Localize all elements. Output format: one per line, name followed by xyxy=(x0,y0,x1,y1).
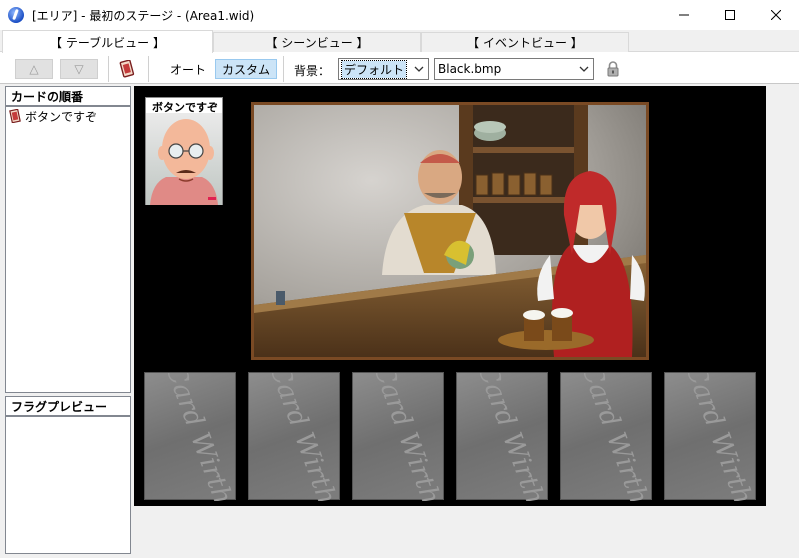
card-slot[interactable]: Card Wirth xyxy=(144,372,237,501)
svg-text:Card Wirth: Card Wirth xyxy=(263,373,341,501)
card-slot[interactable]: Card Wirth xyxy=(456,372,549,501)
window-title: [エリア] - 最初のステージ - (Area1.wid) xyxy=(32,8,255,23)
background-scene-image xyxy=(251,102,649,360)
card-slot[interactable]: Card Wirth xyxy=(560,372,653,501)
chevron-down-icon xyxy=(414,66,424,72)
auto-button[interactable]: オート xyxy=(164,59,212,79)
svg-text:Card Wirth: Card Wirth xyxy=(159,373,237,501)
close-button[interactable] xyxy=(753,0,799,30)
tab-label: 【 シーンビュー 】 xyxy=(265,36,369,50)
minimize-button[interactable] xyxy=(661,0,707,30)
background-select[interactable]: デフォルト xyxy=(338,58,429,80)
menu-card[interactable]: ボタンですぞ xyxy=(145,97,223,205)
menu-card-portrait xyxy=(146,113,222,205)
card-slot[interactable]: Card Wirth xyxy=(248,372,341,501)
toolbar-divider xyxy=(108,56,109,82)
tab-scene-view[interactable]: 【 シーンビュー 】 xyxy=(213,32,421,52)
background-label: 背景： xyxy=(294,64,331,78)
custom-button[interactable]: カスタム xyxy=(215,59,278,79)
custom-label: カスタム xyxy=(222,62,271,77)
card-order-list[interactable]: ボタンですぞ xyxy=(5,106,131,393)
card-wirth-watermark: Card Wirth xyxy=(159,373,237,501)
card-wirth-watermark: Card Wirth xyxy=(575,373,653,501)
minimize-icon xyxy=(679,14,689,16)
flag-preview-area[interactable] xyxy=(5,416,131,554)
chevron-down-icon xyxy=(579,66,589,72)
card-wirth-watermark: Card Wirth xyxy=(367,373,445,501)
card-slot[interactable]: Card Wirth xyxy=(664,372,757,501)
svg-text:Card Wirth: Card Wirth xyxy=(575,373,653,501)
auto-label: オート xyxy=(170,62,207,77)
title-bar: [エリア] - 最初のステージ - (Area1.wid) xyxy=(0,0,799,30)
close-icon xyxy=(771,10,781,20)
toolbar-divider xyxy=(283,56,284,82)
toolbar: △ ▽ オート カスタム 背景： デフォルト Black.bmp xyxy=(0,52,799,84)
card-order-title: カードの順番 xyxy=(11,89,84,104)
background-select-value: デフォルト xyxy=(340,59,408,79)
maximize-button[interactable] xyxy=(707,0,753,30)
image-select-value: Black.bmp xyxy=(438,62,502,76)
card-wirth-watermark: Card Wirth xyxy=(679,373,757,501)
flag-preview-title: フラグプレビュー xyxy=(11,399,108,414)
table-stage[interactable]: ボタンですぞ Card Wirth Card Wirth Card Wirth … xyxy=(134,86,766,506)
card-slot[interactable]: Card Wirth xyxy=(352,372,445,501)
card-wirth-watermark: Card Wirth xyxy=(263,373,341,501)
app-icon xyxy=(8,7,24,23)
flag-preview-header: フラグプレビュー xyxy=(5,396,131,416)
stage-margin xyxy=(134,506,766,558)
tab-event-view[interactable]: 【 イベントビュー 】 xyxy=(421,32,629,52)
list-item[interactable]: ボタンですぞ xyxy=(6,107,130,125)
maximize-icon xyxy=(725,10,735,20)
tab-label: 【 テーブルビュー 】 xyxy=(50,35,165,50)
move-up-button[interactable]: △ xyxy=(15,59,53,79)
stage-margin xyxy=(766,86,799,558)
image-select[interactable]: Black.bmp xyxy=(434,58,594,80)
card-icon[interactable] xyxy=(119,60,135,78)
card-order-header: カードの順番 xyxy=(5,86,131,106)
lock-icon[interactable] xyxy=(606,61,620,77)
view-tabs: 【 テーブルビュー 】 【 シーンビュー 】 【 イベントビュー 】 xyxy=(0,30,799,53)
toolbar-divider xyxy=(148,56,149,82)
tavern-scene xyxy=(254,105,646,357)
up-arrow-icon: △ xyxy=(29,62,39,76)
tab-table-view[interactable]: 【 テーブルビュー 】 xyxy=(2,30,213,53)
svg-text:Card Wirth: Card Wirth xyxy=(471,373,549,501)
list-item-label: ボタンですぞ xyxy=(25,109,98,124)
tab-label: 【 イベントビュー 】 xyxy=(467,36,583,50)
svg-text:Card Wirth: Card Wirth xyxy=(367,373,445,501)
move-down-button[interactable]: ▽ xyxy=(60,59,98,79)
card-wirth-watermark: Card Wirth xyxy=(471,373,549,501)
down-arrow-icon: ▽ xyxy=(74,62,84,76)
card-icon xyxy=(9,109,21,123)
svg-text:Card Wirth: Card Wirth xyxy=(679,373,757,501)
